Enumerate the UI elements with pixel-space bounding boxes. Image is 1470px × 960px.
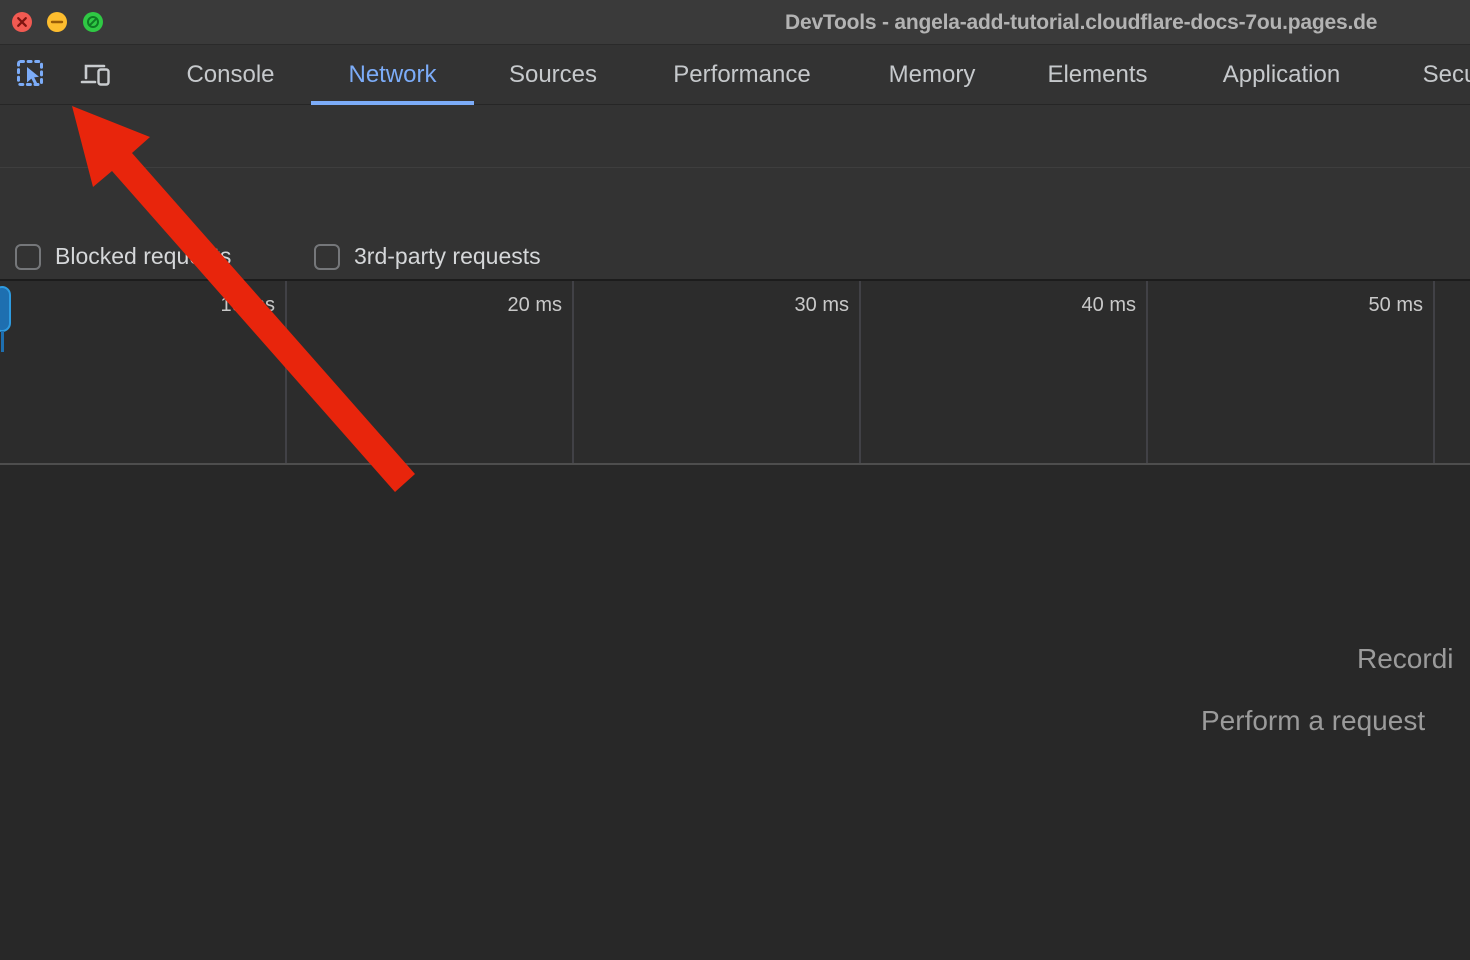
network-toolbar: Preserve log Disable cache No throttling bbox=[0, 105, 1470, 168]
window-titlebar: DevTools - angela-add-tutorial.cloudflar… bbox=[0, 0, 1470, 45]
timeline-marker-line bbox=[1, 331, 4, 352]
timeline-tick-label: 20 ms bbox=[508, 294, 562, 317]
devtools-tabs: Console Network Sources Performance Memo… bbox=[150, 45, 1470, 105]
timeline-cell: 10 ms bbox=[0, 281, 287, 463]
checkbox-box bbox=[15, 244, 41, 270]
close-window-button[interactable] bbox=[12, 12, 32, 32]
minimize-window-button[interactable] bbox=[47, 12, 67, 32]
network-filter-row: Invert Hide data URLs Hide extension URL… bbox=[0, 168, 1470, 230]
minimize-icon bbox=[47, 12, 67, 32]
timeline-cell: 30 ms bbox=[574, 281, 861, 463]
inspect-element-button[interactable] bbox=[12, 55, 52, 95]
tab-elements[interactable]: Elements bbox=[1012, 45, 1183, 105]
checkbox-box bbox=[314, 244, 340, 270]
tab-memory[interactable]: Memory bbox=[852, 45, 1012, 105]
timeline-cell: 20 ms bbox=[287, 281, 574, 463]
close-icon bbox=[12, 12, 32, 32]
tab-performance[interactable]: Performance bbox=[632, 45, 852, 105]
third-party-requests-label: 3rd-party requests bbox=[354, 243, 541, 270]
blocked-requests-checkbox[interactable]: Blocked requests bbox=[15, 243, 231, 270]
network-overview-timeline[interactable]: 10 ms 20 ms 30 ms 40 ms 50 ms bbox=[0, 281, 1470, 465]
perform-request-hint-text: Perform a request bbox=[1201, 705, 1425, 737]
device-toolbar-icon bbox=[78, 57, 114, 93]
inspect-cursor-icon bbox=[14, 57, 50, 93]
timeline-tick-label: 50 ms bbox=[1369, 294, 1423, 317]
zoom-window-button[interactable] bbox=[83, 12, 103, 32]
tab-network[interactable]: Network bbox=[311, 45, 474, 105]
timeline-tick-label: 40 ms bbox=[1082, 294, 1136, 317]
blocked-requests-label: Blocked requests bbox=[55, 243, 231, 270]
timeline-tick-label: 10 ms bbox=[221, 294, 275, 317]
third-party-requests-checkbox[interactable]: 3rd-party requests bbox=[314, 243, 541, 270]
timeline-tick-label: 30 ms bbox=[795, 294, 849, 317]
tab-sources[interactable]: Sources bbox=[474, 45, 632, 105]
tab-security[interactable]: Secu bbox=[1380, 45, 1470, 105]
tab-application[interactable]: Application bbox=[1183, 45, 1380, 105]
timeline-cell: 40 ms bbox=[861, 281, 1148, 463]
tab-console[interactable]: Console bbox=[150, 45, 311, 105]
device-toolbar-button[interactable] bbox=[76, 55, 116, 95]
request-filters-row: Blocked requests 3rd-party requests bbox=[0, 230, 1470, 281]
recording-status-text: Recordi bbox=[1357, 643, 1453, 675]
devtools-tabbar: Console Network Sources Performance Memo… bbox=[0, 45, 1470, 105]
zoom-disabled-icon bbox=[83, 12, 103, 32]
window-title: DevTools - angela-add-tutorial.cloudflar… bbox=[785, 0, 1377, 45]
timeline-marker-handle[interactable] bbox=[0, 286, 11, 332]
timeline-cell: 50 ms bbox=[1148, 281, 1435, 463]
